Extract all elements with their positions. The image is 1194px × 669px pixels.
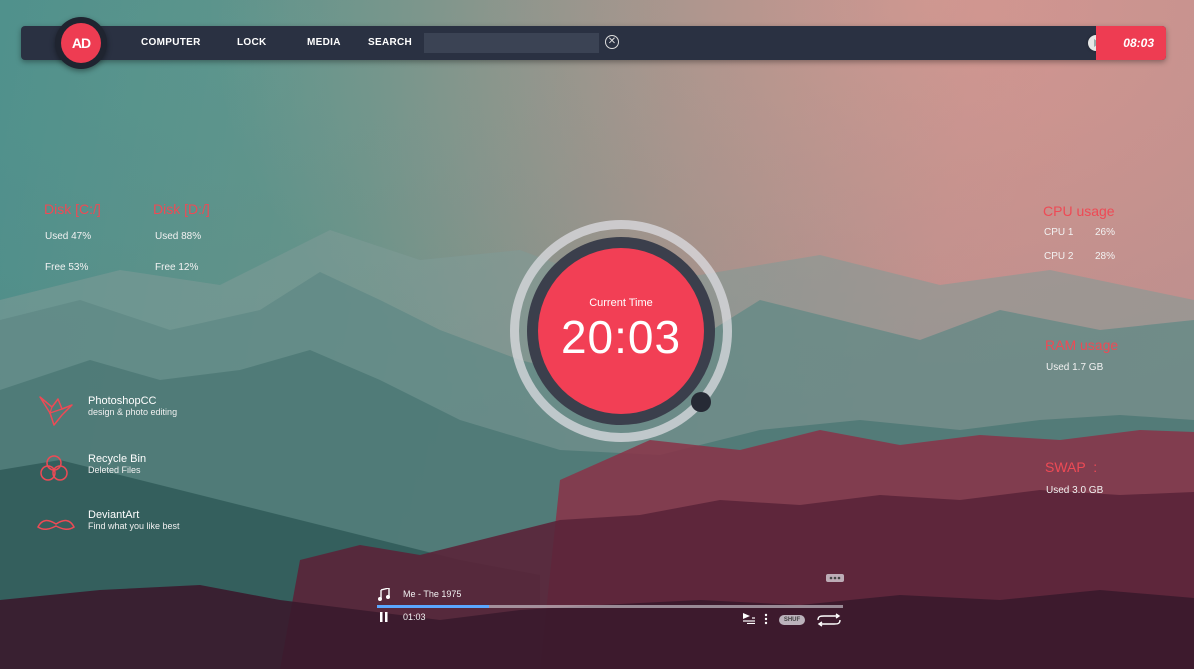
search-input[interactable] [424, 33, 599, 53]
nav-search[interactable]: SEARCH [368, 26, 412, 60]
cpu1-value: 26% [1095, 227, 1116, 238]
logo-ring: AD [55, 17, 107, 69]
shortcut-subtitle: Deleted Files [88, 465, 141, 475]
shortcut-title: PhotoshopCC [88, 395, 157, 407]
disk-c-used: Used 47% [45, 231, 92, 242]
swap-title: SWAP : [1045, 459, 1098, 475]
recycle-icon [40, 455, 68, 481]
shortcut-photoshop[interactable]: PhotoshopCC design & photo editing [36, 393, 236, 433]
nav-computer[interactable]: COMPUTER [141, 26, 201, 60]
clock-knob[interactable] [691, 392, 711, 412]
shortcut-title: Recycle Bin [88, 453, 147, 465]
pause-icon[interactable] [380, 612, 388, 622]
shortcut-title: DeviantArt [88, 509, 140, 521]
music-note-icon [378, 588, 390, 601]
swap-used: Used 3.0 GB [1046, 485, 1104, 496]
cpu1-label: CPU 1 [1044, 227, 1074, 238]
cpu2-label: CPU 2 [1044, 251, 1074, 262]
disk-c-title: Disk [C:/] [44, 201, 101, 217]
shuffle-button[interactable]: SHUF [779, 615, 805, 625]
top-bar: AD COMPUTER LOCK MEDIA SEARCH ✕ 08:03 [21, 17, 1166, 69]
elapsed-time: 01:03 [403, 612, 426, 622]
disk-d-used: Used 88% [155, 231, 202, 242]
clear-search-icon[interactable]: ✕ [605, 35, 619, 49]
clock-time: 20:03 [560, 311, 682, 363]
nav-lock[interactable]: LOCK [237, 26, 267, 60]
shortcut-subtitle: design & photo editing [88, 407, 178, 417]
shortcut-deviantart[interactable]: DeviantArt Find what you like best [36, 507, 236, 547]
ram-used: Used 1.7 GB [1046, 362, 1104, 373]
options-icon[interactable] [764, 613, 768, 625]
more-dots-icon[interactable] [826, 574, 844, 582]
origami-bird-icon [39, 396, 73, 426]
disk-c-free: Free 53% [45, 262, 89, 273]
cpu-title: CPU usage [1043, 203, 1115, 219]
nav-media[interactable]: MEDIA [307, 26, 341, 60]
shortcut-recycle-bin[interactable]: Recycle Bin Deleted Files [36, 451, 236, 491]
disk-d-title: Disk [D:/] [153, 201, 210, 217]
progress-track[interactable] [377, 605, 843, 608]
disk-d-free: Free 12% [155, 262, 199, 273]
cpu2-value: 28% [1095, 251, 1116, 262]
topbar-clock: 08:03 [1096, 26, 1166, 60]
clock-label: Current Time [589, 297, 653, 309]
mustache-icon [37, 519, 75, 530]
repeat-icon[interactable] [814, 613, 844, 627]
ad-logo[interactable]: AD [61, 23, 101, 63]
playlist-icon[interactable] [742, 612, 756, 624]
ram-title: RAM usage [1045, 337, 1119, 353]
progress-fill [377, 605, 489, 608]
shortcut-subtitle: Find what you like best [88, 521, 180, 531]
track-title: Me - The 1975 [403, 589, 462, 599]
